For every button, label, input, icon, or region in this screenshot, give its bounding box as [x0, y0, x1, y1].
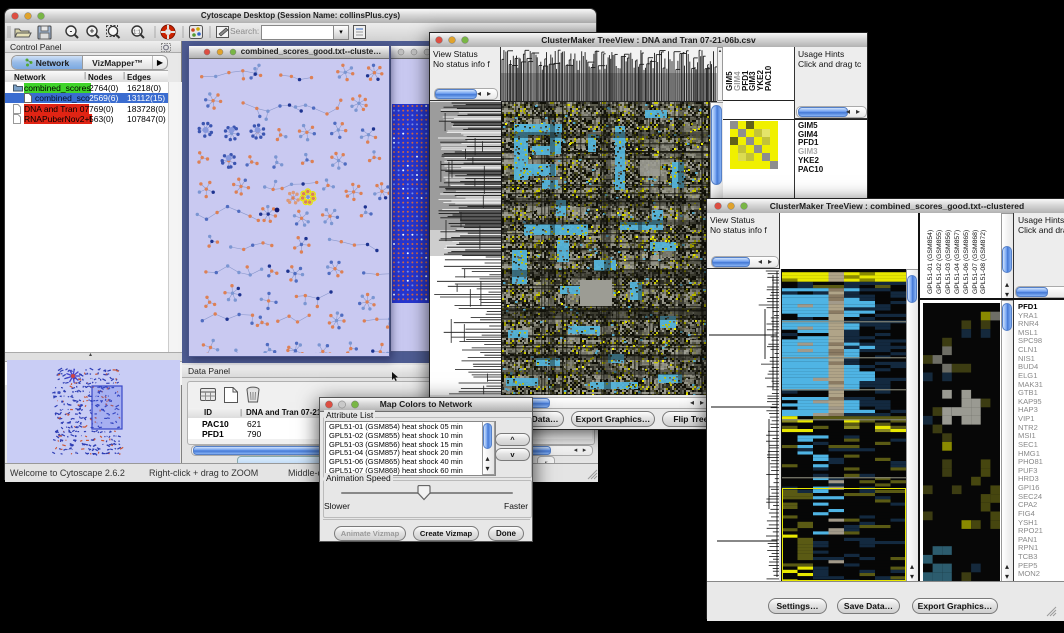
svg-text:-: - — [70, 27, 73, 36]
svg-text:+: + — [90, 27, 95, 36]
svg-text:1:1: 1:1 — [133, 29, 141, 35]
